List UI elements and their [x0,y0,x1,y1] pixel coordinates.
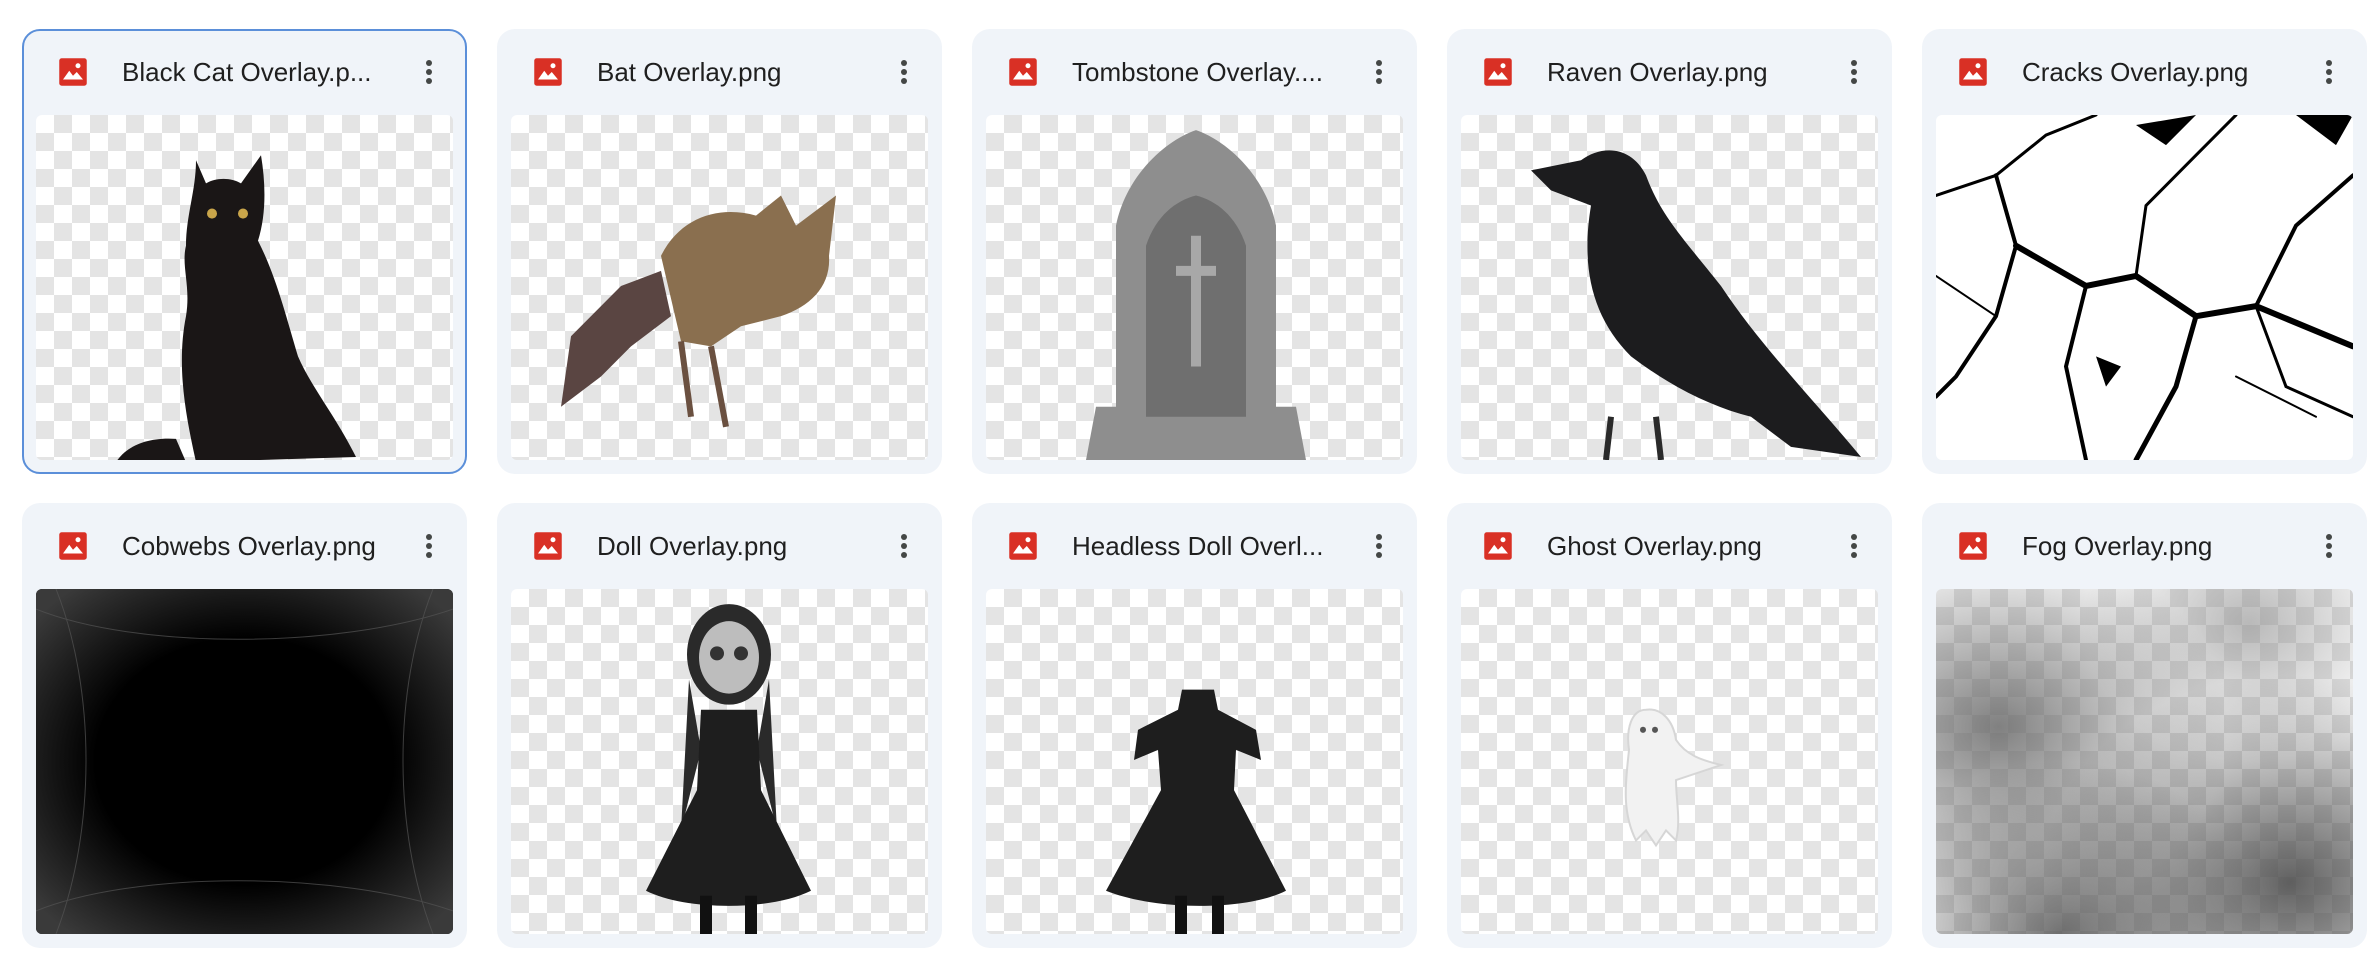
more-vert-icon [901,534,907,558]
file-thumbnail-doll [511,589,928,934]
file-thumbnail-black-cat [36,115,453,460]
more-vert-icon [426,534,432,558]
image-file-icon [1009,532,1037,560]
more-actions-button[interactable] [2311,54,2347,90]
file-name: Tombstone Overlay.... [1072,57,1323,87]
more-vert-icon [1376,534,1382,558]
more-vert-icon [2326,534,2332,558]
file-card-header: Fog Overlay.png [1922,503,2367,589]
file-card-header: Headless Doll Overl... [972,503,1417,589]
image-file-icon [1009,58,1037,86]
file-card-header: Cobwebs Overlay.png [22,503,467,589]
more-vert-icon [426,60,432,84]
file-card-doll[interactable]: Doll Overlay.png [497,503,942,948]
more-vert-icon [1376,60,1382,84]
file-name: Cobwebs Overlay.png [122,531,376,561]
more-vert-icon [901,60,907,84]
more-actions-button[interactable] [886,528,922,564]
file-thumbnail-headless-doll [986,589,1403,934]
file-thumbnail-cobwebs [36,589,453,934]
file-card-headless-doll[interactable]: Headless Doll Overl... [972,503,1417,948]
image-file-icon [1959,532,1987,560]
more-actions-button[interactable] [1361,54,1397,90]
file-thumbnail-ghost [1461,589,1878,934]
file-thumbnail-fog [1936,589,2353,934]
file-card-black-cat[interactable]: Black Cat Overlay.p... [22,29,467,474]
image-file-icon [59,58,87,86]
more-actions-button[interactable] [1361,528,1397,564]
image-file-icon [59,532,87,560]
more-vert-icon [1851,60,1857,84]
file-name: Fog Overlay.png [2022,531,2213,561]
file-card-bat[interactable]: Bat Overlay.png [497,29,942,474]
file-card-raven[interactable]: Raven Overlay.png [1447,29,1892,474]
file-name: Ghost Overlay.png [1547,531,1762,561]
file-card-header: Raven Overlay.png [1447,29,1892,115]
more-vert-icon [1851,534,1857,558]
image-file-icon [534,58,562,86]
file-card-header: Bat Overlay.png [497,29,942,115]
file-card-ghost[interactable]: Ghost Overlay.png [1447,503,1892,948]
file-card-header: Ghost Overlay.png [1447,503,1892,589]
file-card-cracks[interactable]: Cracks Overlay.png [1922,29,2367,474]
file-thumbnail-raven [1461,115,1878,460]
image-file-icon [1484,58,1512,86]
file-name: Doll Overlay.png [597,531,788,561]
file-thumbnail-cracks [1936,115,2353,460]
file-card-tombstone[interactable]: Tombstone Overlay.... [972,29,1417,474]
file-grid: Black Cat Overlay.p... Bat Overlay.png T… [22,29,2367,948]
more-actions-button[interactable] [411,528,447,564]
file-name: Headless Doll Overl... [1072,531,1324,561]
file-card-header: Tombstone Overlay.... [972,29,1417,115]
more-actions-button[interactable] [2311,528,2347,564]
file-name: Raven Overlay.png [1547,57,1768,87]
more-actions-button[interactable] [411,54,447,90]
image-file-icon [1484,532,1512,560]
more-actions-button[interactable] [1836,54,1872,90]
file-name: Black Cat Overlay.p... [122,57,372,87]
more-actions-button[interactable] [886,54,922,90]
file-thumbnail-tombstone [986,115,1403,460]
more-vert-icon [2326,60,2332,84]
file-thumbnail-bat [511,115,928,460]
image-file-icon [1959,58,1987,86]
file-name: Cracks Overlay.png [2022,57,2249,87]
file-card-fog[interactable]: Fog Overlay.png [1922,503,2367,948]
file-card-header: Doll Overlay.png [497,503,942,589]
file-card-header: Cracks Overlay.png [1922,29,2367,115]
more-actions-button[interactable] [1836,528,1872,564]
file-name: Bat Overlay.png [597,57,782,87]
file-card-header: Black Cat Overlay.p... [24,31,465,117]
image-file-icon [534,532,562,560]
file-card-cobwebs[interactable]: Cobwebs Overlay.png [22,503,467,948]
